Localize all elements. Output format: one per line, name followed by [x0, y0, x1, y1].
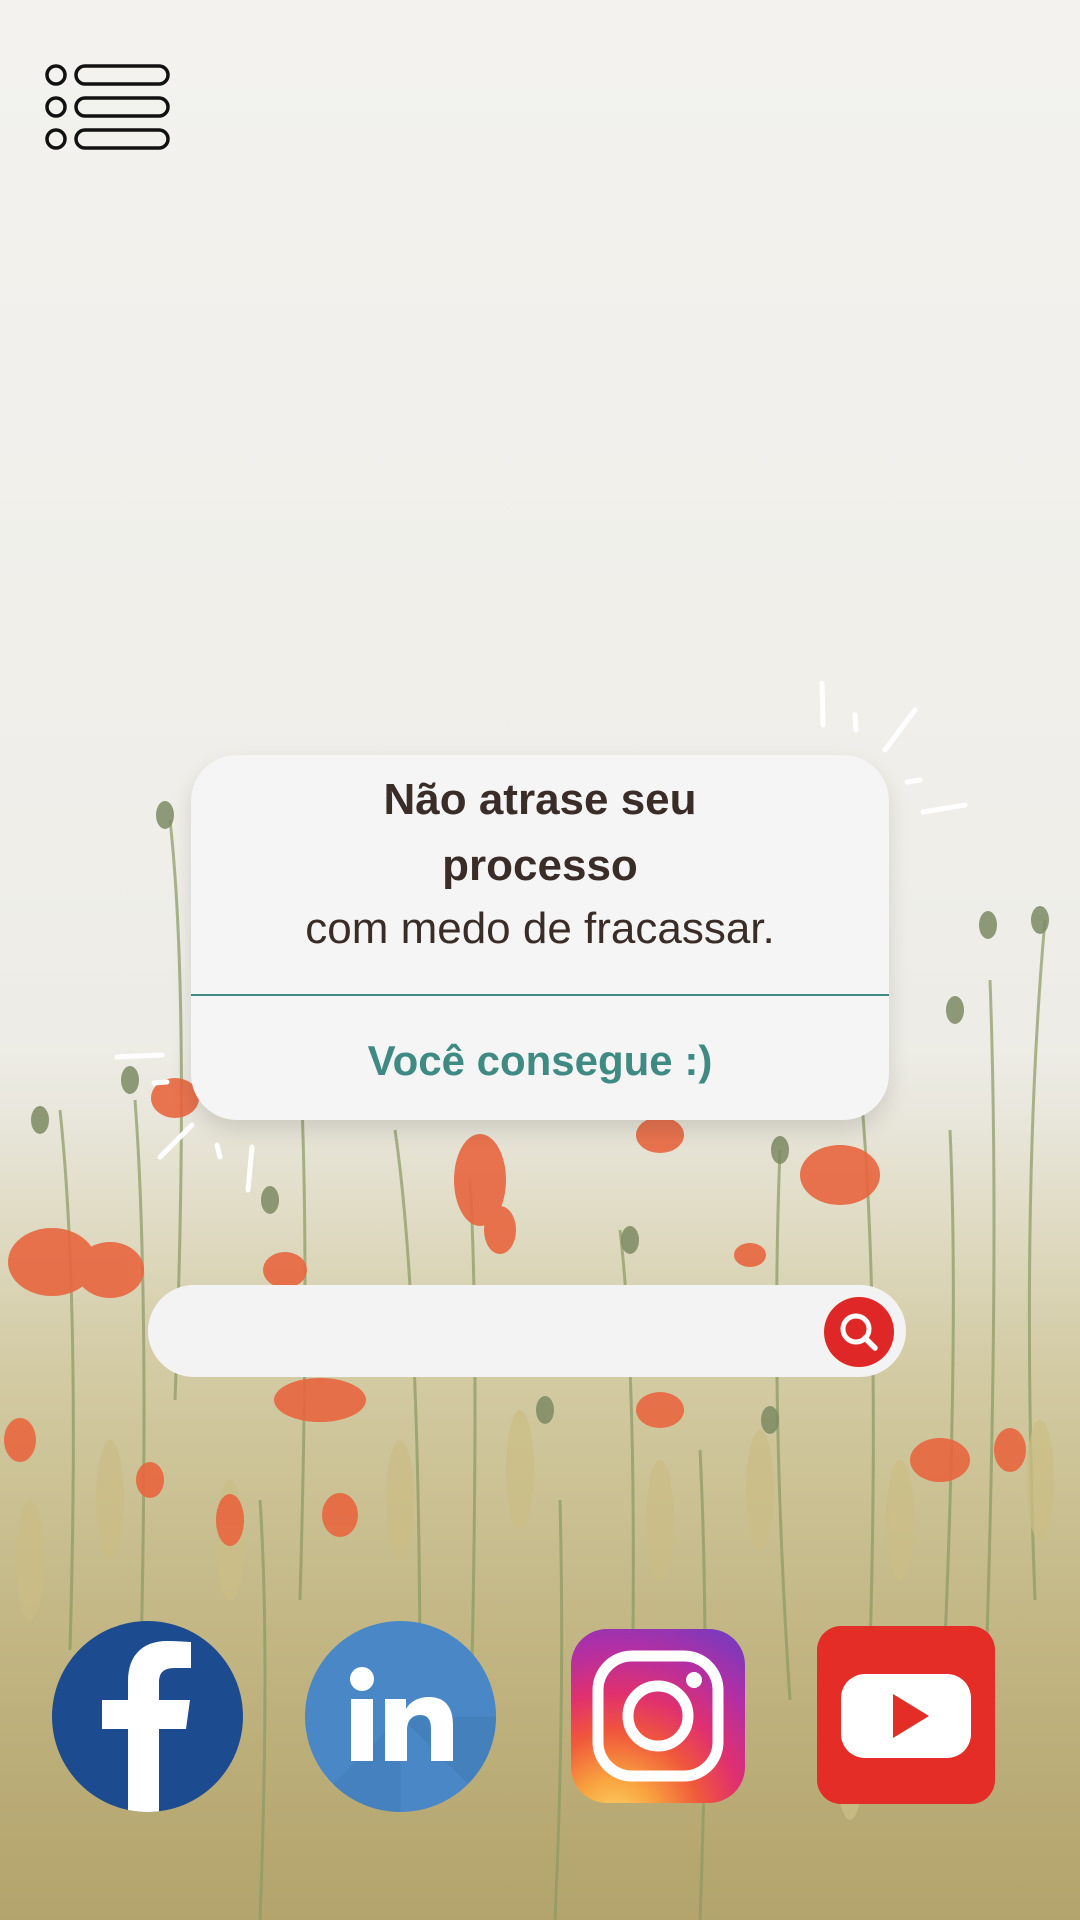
- card-title: Não atrase seu processo: [191, 767, 889, 899]
- search-icon: [840, 1313, 878, 1351]
- list-menu-icon: [45, 64, 170, 150]
- facebook-icon: [102, 1641, 191, 1812]
- search-input[interactable]: [186, 1301, 760, 1363]
- youtube-icon: [841, 1674, 971, 1758]
- instagram-icon: [592, 1650, 724, 1782]
- card-cta-text: Você consegue :): [367, 1037, 713, 1084]
- linkedin-button[interactable]: [305, 1621, 496, 1812]
- search-button[interactable]: [824, 1297, 894, 1367]
- youtube-button[interactable]: [817, 1626, 995, 1804]
- menu-button[interactable]: [44, 62, 172, 152]
- search-bar: [148, 1285, 906, 1377]
- linkedin-icon: [305, 1667, 496, 1812]
- card-title-line-1: Não atrase seu: [383, 775, 697, 824]
- facebook-button[interactable]: [52, 1621, 243, 1812]
- instagram-button[interactable]: [571, 1629, 745, 1803]
- card-subtitle: com medo de fracassar.: [305, 904, 775, 953]
- card-title-line-2: processo: [442, 841, 638, 890]
- card-divider: [191, 994, 889, 996]
- motivation-card: Não atrase seu processo com medo de frac…: [191, 755, 889, 1120]
